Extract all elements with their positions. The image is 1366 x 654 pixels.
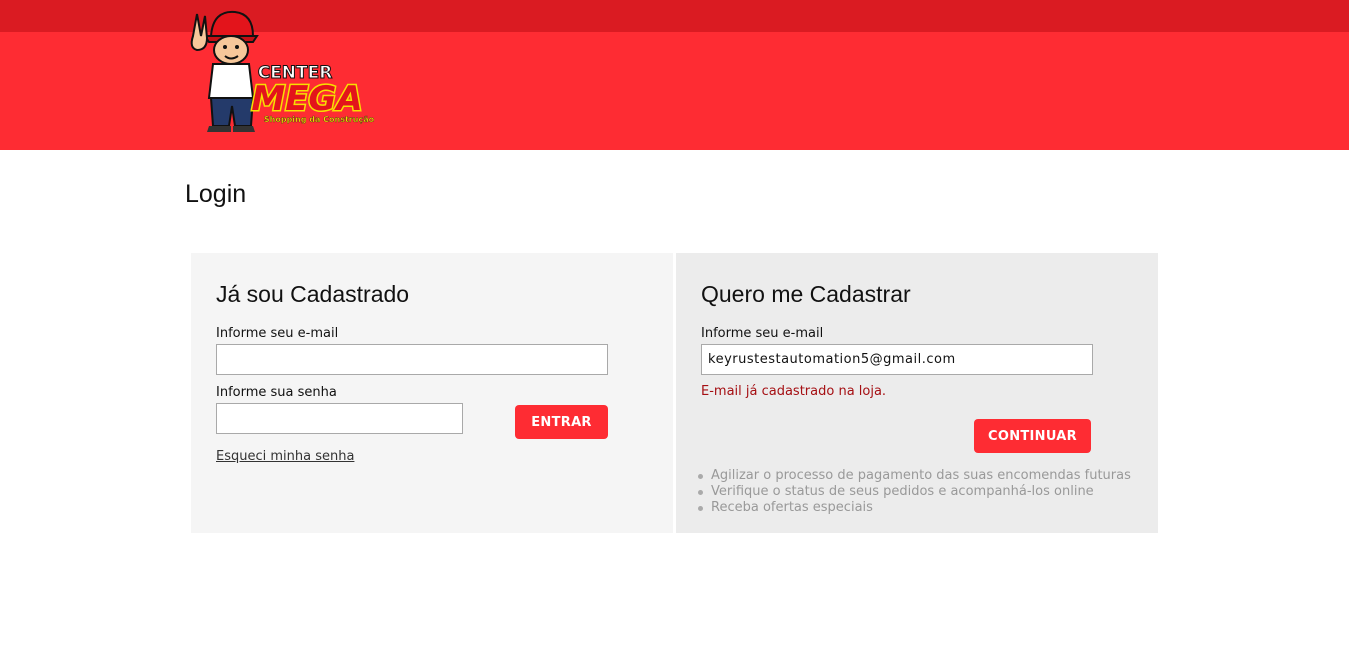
register-benefits-list: Agilizar o processo de pagamento das sua… — [698, 468, 1131, 516]
logo-tagline-text: Shopping da Construção — [264, 115, 375, 124]
bullet-icon — [698, 505, 703, 511]
page-title: Login — [185, 180, 247, 208]
bullet-icon — [698, 489, 703, 495]
list-item: Verifique o status de seus pedidos e aco… — [698, 484, 1131, 500]
list-item: Receba ofertas especiais — [698, 500, 1131, 516]
register-error-message: E-mail já cadastrado na loja. — [701, 384, 887, 399]
brand-logo[interactable]: CENTER MEGA Shopping da Construção — [183, 6, 375, 134]
bullet-icon — [698, 473, 703, 479]
list-item: Agilizar o processo de pagamento das sua… — [698, 468, 1131, 484]
login-email-input[interactable] — [216, 344, 608, 375]
register-email-label: Informe seu e-mail — [701, 326, 824, 341]
mascot-logo-icon: CENTER MEGA Shopping da Construção — [190, 10, 375, 132]
register-email-input[interactable] — [701, 344, 1093, 375]
login-password-label: Informe sua senha — [216, 385, 337, 400]
login-heading: Já sou Cadastrado — [216, 281, 410, 307]
register-heading: Quero me Cadastrar — [701, 281, 911, 307]
forgot-password-link[interactable]: Esqueci minha senha — [216, 449, 354, 464]
register-panel: Quero me Cadastrar Informe seu e-mail E-… — [676, 253, 1158, 533]
logo-main-text: MEGA — [251, 79, 362, 119]
login-submit-button[interactable]: ENTRAR — [515, 405, 608, 439]
login-email-label: Informe seu e-mail — [216, 326, 339, 341]
register-continue-button[interactable]: CONTINUAR — [974, 419, 1091, 453]
login-panel: Já sou Cadastrado Informe seu e-mail Inf… — [191, 253, 673, 533]
login-password-input[interactable] — [216, 403, 463, 434]
